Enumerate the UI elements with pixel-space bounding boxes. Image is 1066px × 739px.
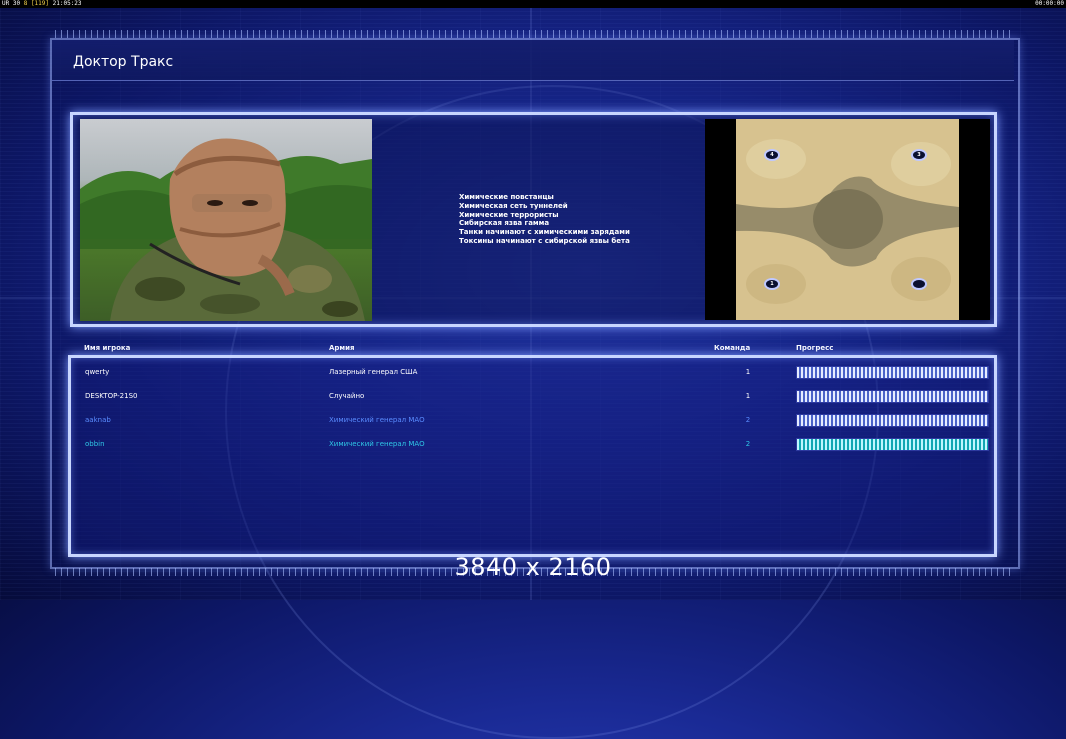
briefing-line: Сибирская язва гамма (459, 219, 550, 228)
player-name: DESKTOP-21S0 (85, 392, 138, 400)
progress-fill (797, 415, 988, 426)
army-briefing-list: Химические повстанцы Химическая сеть тун… (459, 193, 630, 246)
player-progress-bar (796, 414, 989, 427)
briefing-line: Танки начинают с химическими зарядами (459, 228, 630, 237)
column-header-team: Команда (714, 344, 751, 352)
status-clock: 21:05:23 (52, 0, 82, 7)
minimap: 4 3 1 (736, 119, 959, 320)
player-progress-bar (796, 438, 989, 451)
start-position-marker[interactable]: 1 (764, 278, 780, 290)
column-header-army: Армия (329, 344, 355, 352)
progress-fill (797, 367, 988, 378)
player-army: Лазерный генерал США (329, 368, 418, 376)
player-progress-bar (796, 366, 989, 379)
briefing-line: Химическая сеть туннелей (459, 201, 568, 210)
player-team: 1 (745, 368, 751, 376)
player-army: Химический генерал МАО (329, 440, 425, 448)
portrait-image (80, 138, 372, 321)
column-header-progress: Прогресс (796, 344, 834, 352)
player-name: qwerty (85, 368, 110, 376)
player-army: Химический генерал МАО (329, 416, 425, 424)
player-name: aaknab (85, 416, 111, 424)
player-name: obbin (85, 440, 105, 448)
player-team: 2 (745, 416, 751, 424)
player-army: Случайно (329, 392, 365, 400)
briefing-line: Химические повстанцы (459, 193, 554, 201)
progress-fill (797, 391, 988, 402)
status-bar: UR 30 8 [119] 21:05:23 00:00:00 (0, 0, 1066, 8)
players-panel (68, 355, 997, 557)
start-position-marker[interactable] (911, 278, 927, 290)
player-team: 1 (745, 392, 751, 400)
resolution-watermark: 3840 x 2160 (454, 553, 612, 581)
column-header-player: Имя игрока (84, 344, 131, 352)
status-timer: 00:00:00 (1035, 0, 1064, 7)
progress-fill (797, 439, 988, 450)
top-ruler (55, 30, 1015, 38)
general-title: Доктор Тракс (73, 54, 174, 70)
status-prefix: UR 30 (2, 0, 21, 7)
status-bracket: [119] (30, 0, 49, 7)
player-team: 2 (745, 440, 751, 448)
briefing-line: Химические террористы (459, 210, 559, 219)
start-position-marker[interactable]: 3 (911, 149, 927, 161)
status-bar-left: UR 30 8 [119] 21:05:23 (2, 0, 82, 8)
start-position-marker[interactable]: 4 (764, 149, 780, 161)
briefing-line: Токсины начинают с сибирской язвы бета (459, 236, 630, 245)
status-value: 8 (23, 0, 28, 7)
player-progress-bar (796, 390, 989, 403)
title-bar (52, 40, 1014, 81)
general-portrait (80, 119, 372, 321)
